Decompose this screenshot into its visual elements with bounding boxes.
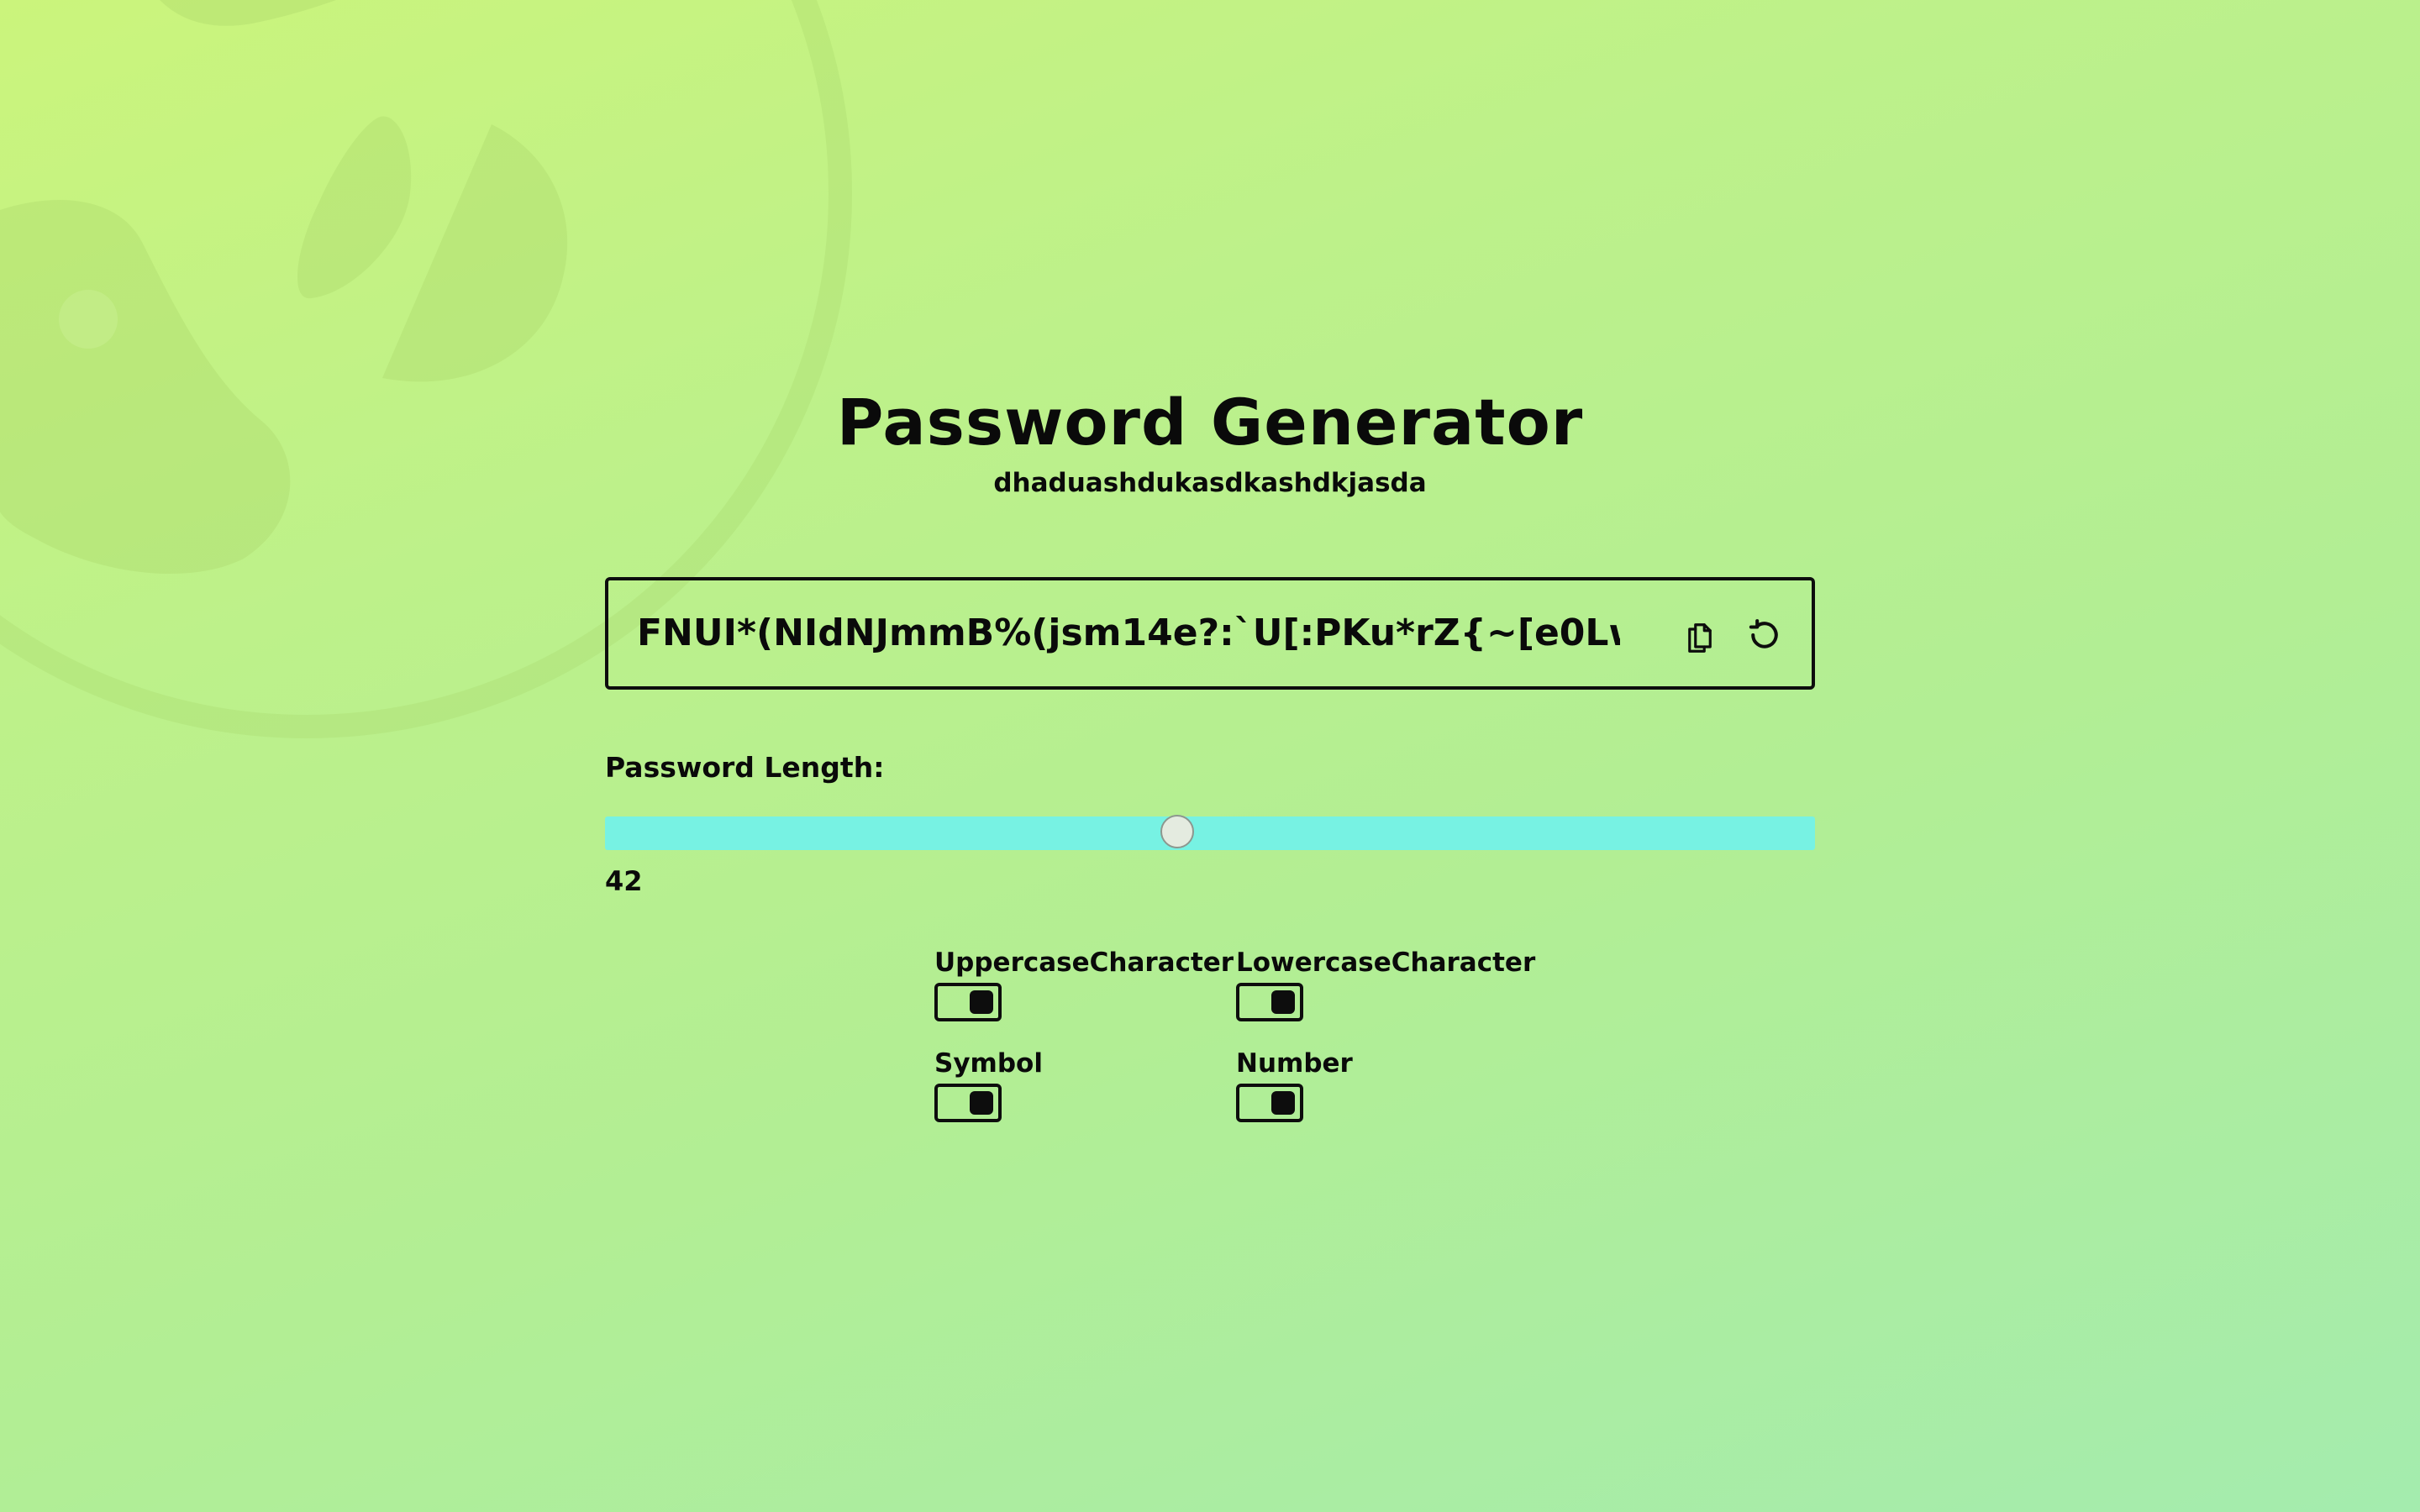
toggle-knob (1271, 1091, 1295, 1115)
option-number: Number (1236, 1047, 1353, 1122)
option-number-label: Number (1236, 1048, 1353, 1079)
toggle-knob (970, 1091, 993, 1115)
header: Password Generator dhaduashdukasdkashdkj… (0, 382, 2420, 501)
toggle-knob (970, 990, 993, 1014)
refresh-button[interactable] (1743, 613, 1786, 657)
password-length-value: 42 (605, 865, 643, 897)
refresh-icon (1749, 619, 1778, 648)
page-subtitle: dhaduashdukasdkashdkjasda (993, 468, 1427, 498)
password-length-slider[interactable] (605, 815, 1815, 850)
option-uppercase-label: UppercaseCharacter (934, 948, 1234, 978)
number-toggle[interactable] (1236, 1084, 1303, 1122)
option-symbol-label: Symbol (934, 1048, 1043, 1079)
option-lowercase-label: LowercaseCharacter (1236, 948, 1536, 978)
copy-button[interactable] (1678, 613, 1722, 657)
option-lowercase: LowercaseCharacter (1236, 946, 1535, 1021)
lowercase-toggle[interactable] (1236, 983, 1303, 1021)
generated-password[interactable]: FNUI*(NIdNJmmB%(jsm14e?:`U[:PKu*rZ{~[e0L… (637, 580, 1620, 686)
copy-icon (1688, 623, 1712, 653)
password-length-label: Password Length: (605, 751, 885, 784)
password-display: FNUI*(NIdNJmmB%(jsm14e?:`U[:PKu*rZ{~[e0L… (605, 577, 1815, 690)
slider-thumb[interactable] (1160, 815, 1195, 848)
option-uppercase: UppercaseCharacter (934, 946, 1234, 1021)
page-title: Password Generator (836, 385, 1584, 459)
symbol-toggle[interactable] (934, 1084, 1002, 1122)
uppercase-toggle[interactable] (934, 983, 1002, 1021)
option-symbol: Symbol (934, 1047, 1043, 1122)
toggle-knob (1271, 990, 1295, 1014)
